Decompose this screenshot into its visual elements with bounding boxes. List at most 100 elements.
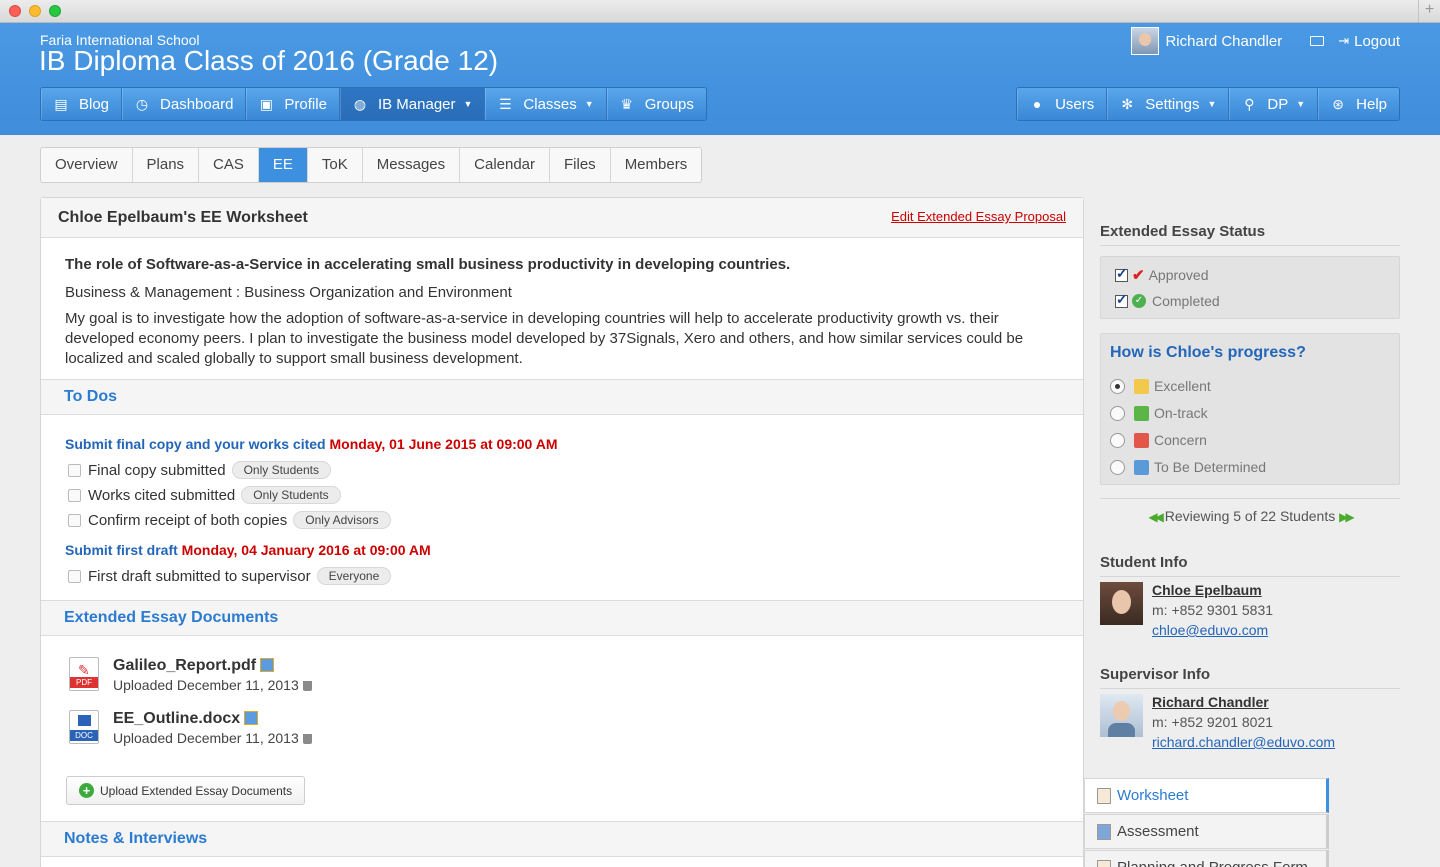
tab-messages[interactable]: Messages [363,148,461,182]
zoom-window-button[interactable] [49,5,61,17]
avatar[interactable] [1131,27,1160,55]
essay-question: The role of Software-as-a-Service in acc… [65,256,791,273]
todo-checkbox[interactable] [68,569,81,583]
new-tab-plus-icon[interactable]: + [1418,0,1440,22]
todo-item: Confirm receipt of both copies Only Advi… [68,511,391,529]
progress-option-tbd[interactable]: To Be Determined [1110,459,1266,475]
lifebuoy-icon: ⊛ [1332,96,1344,112]
todo-checkbox[interactable] [68,488,81,502]
window-titlebar: + [0,0,1440,23]
student-name-link[interactable]: Chloe Epelbaum [1152,582,1273,598]
student-email-link[interactable]: chloe@eduvo.com [1152,622,1273,638]
mail-icon[interactable] [1310,36,1325,46]
nav-profile[interactable]: ▣ Profile [246,88,340,120]
nav-dashboard[interactable]: ◷ Dashboard [122,88,247,120]
tab-members[interactable]: Members [611,148,702,182]
green-check-circle-icon: ✓ [1132,294,1146,308]
section-title: To Dos [64,388,118,405]
ee-status-heading: Extended Essay Status [1100,223,1400,246]
document-name: EE_Outline.docx [113,710,312,728]
todos-section-header: To Dos [41,379,1083,415]
visibility-badge: Everyone [316,567,392,585]
close-window-button[interactable] [9,5,21,17]
student-card: Chloe Epelbaum m: +852 9301 5831 chloe@e… [1100,582,1273,638]
upload-date: Uploaded December 11, 2013 [113,677,299,693]
user-area: Richard Chandler ⇥ Logout [1131,27,1400,55]
nav-settings[interactable]: ✻ Settings ▼ [1107,88,1230,120]
sidetab-worksheet[interactable]: Worksheet [1084,778,1329,813]
progress-option-excellent[interactable]: Excellent [1110,378,1211,394]
student-phone: m: +852 9301 5831 [1152,602,1274,618]
tab-ee[interactable]: EE [258,148,308,182]
chevron-down-icon: ▼ [1296,99,1306,109]
tab-cas[interactable]: CAS [199,148,259,182]
nav-classes[interactable]: ☰ Classes ▼ [485,88,607,120]
supervisor-details: Richard Chandler m: +852 9201 8021 richa… [1152,694,1335,750]
radio-selected[interactable] [1110,378,1125,394]
logout-link[interactable]: Logout [1354,33,1400,50]
nav-help[interactable]: ⊛ Help [1318,88,1399,120]
tab-files[interactable]: Files [550,148,611,182]
student-avatar [1100,582,1143,625]
gear-icon: ✻ [1121,96,1134,112]
nav-users[interactable]: ● Users [1017,88,1108,120]
radio-unselected[interactable] [1110,459,1125,475]
nav-dp[interactable]: ⚲ DP ▼ [1229,88,1319,120]
document-info: Galileo_Report.pdf Uploaded December 11,… [113,657,312,693]
todo-label: Confirm receipt of both copies [88,511,288,529]
chevron-down-icon: ▼ [584,99,594,109]
secondary-nav: ● Users ✻ Settings ▼ ⚲ DP ▼ ⊛ Help [1016,87,1400,121]
assessment-icon [1097,823,1111,840]
next-student-icon[interactable]: ▶▶ [1339,510,1355,524]
nav-blog[interactable]: ▤ Blog [41,88,123,120]
essay-summary: The role of Software-as-a-Service in acc… [41,238,1083,369]
sidetab-planning-progress-form[interactable]: Planning and Progress Form [1084,850,1329,867]
reviewing-count: Reviewing 5 of 22 Students [1164,508,1336,524]
refresh-icon [1134,459,1149,475]
previous-student-icon[interactable]: ◀◀ [1148,510,1164,524]
progress-option-concern[interactable]: Concern [1110,432,1207,448]
tab-overview[interactable]: Overview [41,148,133,182]
sidetab-assessment[interactable]: Assessment [1084,814,1329,849]
doc-file-icon: DOC [69,710,99,744]
progress-option-label: Excellent [1154,378,1211,394]
nav-groups[interactable]: ♛ Groups [607,88,706,120]
trash-icon[interactable] [302,681,312,691]
user-name-link[interactable]: Richard Chandler [1165,33,1282,50]
minimize-window-button[interactable] [29,5,41,17]
section-title: Extended Essay Documents [64,609,279,626]
todo-item: First draft submitted to supervisor Ever… [68,567,392,585]
todo-due-date: Monday, 04 January 2016 at 09:00 AM [181,542,431,558]
document-link[interactable]: EE_Outline.docx [113,710,240,727]
nav-label: IB Manager [377,95,456,113]
supervisor-name-link[interactable]: Richard Chandler [1152,694,1335,710]
word-glyph-icon [78,715,91,726]
visibility-badge: Only Students [231,461,331,479]
upload-documents-button[interactable]: + Upload Extended Essay Documents [66,776,306,805]
section-title: Notes & Interviews [64,830,208,847]
todo-checkbox[interactable] [68,513,81,527]
tab-tok[interactable]: ToK [308,148,363,182]
edit-proposal-link[interactable]: Edit Extended Essay Proposal [891,209,1066,224]
sidetab-label: Worksheet [1117,787,1189,804]
edit-icon[interactable] [260,658,275,672]
radio-unselected[interactable] [1110,405,1125,421]
supervisor-phone: m: +852 9201 8021 [1152,714,1274,730]
nav-label: Help [1356,95,1387,113]
radio-unselected[interactable] [1110,432,1125,448]
document-link[interactable]: Galileo_Report.pdf [113,657,256,674]
tab-calendar[interactable]: Calendar [460,148,551,182]
status-approved[interactable]: ✔ Approved [1115,265,1209,284]
status-completed[interactable]: ✓ Completed [1115,291,1220,309]
supervisor-info-heading-wrap: Supervisor Info [1100,666,1400,689]
tab-plans[interactable]: Plans [133,148,200,182]
progress-option-label: To Be Determined [1154,459,1267,475]
supervisor-email-link[interactable]: richard.chandler@eduvo.com [1152,734,1335,750]
nav-ib-manager[interactable]: ◍ IB Manager ▼ [339,88,486,120]
edit-icon[interactable] [244,711,259,725]
progress-option-on-track[interactable]: On-track [1110,405,1208,421]
trash-icon[interactable] [302,734,312,744]
todo-checkbox[interactable] [68,463,81,477]
page-title: IB Diploma Class of 2016 (Grade 12) [39,45,499,76]
dashboard-icon: ◷ [135,96,149,112]
